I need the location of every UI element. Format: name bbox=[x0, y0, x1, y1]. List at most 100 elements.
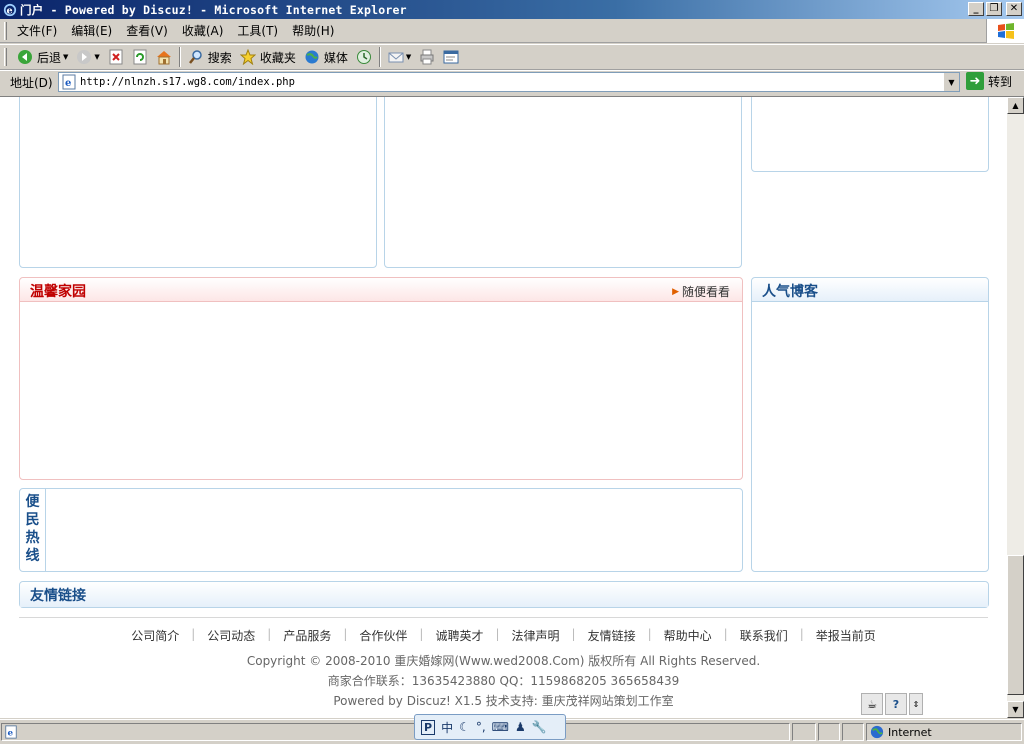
scroll-up-icon[interactable]: ▲ bbox=[1007, 97, 1024, 114]
random-look-label: 随便看看 bbox=[681, 285, 730, 299]
toolbar-separator bbox=[178, 47, 181, 67]
floating-tools: ☕ ? ⇕ bbox=[861, 693, 923, 715]
menu-bar: 文件(F) 编辑(E) 查看(V) 收藏(A) 工具(T) 帮助(H) bbox=[0, 19, 1024, 43]
friend-links-header: 友情链接 bbox=[20, 582, 988, 607]
footer-link-partners[interactable]: 合作伙伴 bbox=[359, 627, 407, 644]
scroll-thumb[interactable] bbox=[1007, 555, 1024, 695]
toolbar-grip bbox=[4, 48, 7, 66]
friend-links-panel: 友情链接 bbox=[19, 581, 989, 608]
ime-toolbar: P 中 ☾ °, ⌨ ♟ 🔧 bbox=[414, 714, 566, 740]
go-label: 转到 bbox=[988, 74, 1013, 89]
media-button[interactable]: 媒体 bbox=[300, 46, 352, 68]
forward-dropdown-icon[interactable]: ▼ bbox=[94, 53, 99, 61]
address-dropdown-icon[interactable]: ▼ bbox=[943, 73, 959, 91]
content-box-top-middle bbox=[384, 97, 742, 268]
zone-label: Internet bbox=[888, 725, 932, 739]
footer-separator: | bbox=[343, 627, 348, 641]
media-globe-icon bbox=[305, 50, 319, 64]
footer-separator: | bbox=[267, 627, 272, 641]
user-icon[interactable]: ♟ bbox=[515, 720, 526, 734]
cup-icon[interactable]: ☕ bbox=[861, 693, 883, 715]
close-button[interactable]: ✕ bbox=[1006, 2, 1022, 16]
footer-links: 公司简介 | 公司动态 | 产品服务 | 合作伙伴 | 诚聘英才 | 法律声明 | 友情链接… bbox=[0, 627, 1007, 644]
footer-link-friends[interactable]: 友情链接 bbox=[588, 627, 636, 644]
punctuation-icon[interactable]: °, bbox=[476, 720, 486, 734]
footer-link-contact[interactable]: 联系我们 bbox=[740, 627, 788, 644]
address-input[interactable]: e http://nlnzh.s17.wg8.com/index.php ▼ bbox=[58, 72, 960, 92]
minimize-button[interactable]: _ bbox=[968, 2, 984, 16]
warm-home-title: 温馨家园 bbox=[30, 284, 86, 300]
back-dropdown-icon[interactable]: ▼ bbox=[63, 53, 68, 61]
standard-toolbar: 后退 ▼ ▼ 搜索 收藏夹 媒体 ▼ bbox=[0, 44, 1024, 70]
warm-home-panel: 温馨家园 ▶ 随便看看 bbox=[19, 277, 743, 480]
content-box-top-right bbox=[751, 97, 989, 172]
wrench-icon[interactable]: 🔧 bbox=[532, 720, 547, 734]
edit-button[interactable] bbox=[439, 46, 463, 68]
edit-page-icon bbox=[443, 50, 459, 64]
back-button[interactable]: 后退 ▼ bbox=[13, 46, 72, 68]
menu-file[interactable]: 文件(F) bbox=[13, 20, 65, 41]
go-button[interactable]: ➜ 转到 bbox=[966, 72, 1012, 90]
moon-icon[interactable]: ☾ bbox=[459, 720, 470, 734]
forward-button[interactable]: ▼ bbox=[72, 46, 103, 68]
scroll-toggle-icon[interactable]: ⇕ bbox=[909, 693, 923, 715]
footer-contact: 商家合作联系：13635423880 QQ：1159868205 3656584… bbox=[327, 674, 680, 688]
toolbar-separator bbox=[378, 47, 381, 67]
favorites-button[interactable]: 收藏夹 bbox=[236, 46, 300, 68]
popular-blogs-panel: 人气博客 bbox=[751, 277, 989, 572]
menu-help[interactable]: 帮助(H) bbox=[286, 20, 342, 41]
mail-button[interactable]: ▼ bbox=[384, 46, 415, 68]
star-icon bbox=[239, 49, 256, 65]
status-cell bbox=[818, 723, 840, 741]
print-button[interactable] bbox=[415, 46, 439, 68]
window-title: 门户 - Powered by Discuz! - Microsoft Inte… bbox=[20, 2, 407, 17]
footer-separator: | bbox=[799, 627, 804, 641]
footer-powered: Powered by Discuz! X1.5 技术支持: 重庆茂祥网站策划工作… bbox=[333, 694, 674, 708]
address-url[interactable]: http://nlnzh.s17.wg8.com/index.php bbox=[80, 76, 295, 88]
search-icon bbox=[188, 50, 202, 64]
footer-link-help[interactable]: 帮助中心 bbox=[664, 627, 712, 644]
footer-link-about[interactable]: 公司简介 bbox=[131, 627, 179, 644]
maximize-button[interactable]: ❐ bbox=[986, 2, 1002, 16]
window-controls: _ ❐ ✕ bbox=[968, 2, 1022, 16]
footer-link-jobs[interactable]: 诚聘英才 bbox=[435, 627, 483, 644]
caret-right-icon: ▶ bbox=[672, 286, 679, 297]
search-label: 搜索 bbox=[207, 50, 232, 65]
footer-separator: | bbox=[723, 627, 728, 641]
footer-copyright: Copyright © 2008-2010 重庆婚嫁网(Www.wed2008.… bbox=[246, 654, 761, 668]
popular-blogs-title: 人气博客 bbox=[762, 284, 818, 300]
vertical-scrollbar[interactable]: ▲ ▼ bbox=[1007, 96, 1024, 718]
random-look-link[interactable]: ▶ 随便看看 bbox=[672, 283, 730, 300]
back-arrow-icon bbox=[18, 50, 32, 64]
help-icon[interactable]: ? bbox=[885, 693, 907, 715]
footer-link-report[interactable]: 举报当前页 bbox=[816, 627, 876, 644]
hotline-char: 民 bbox=[25, 512, 40, 528]
menu-edit[interactable]: 编辑(E) bbox=[65, 20, 120, 41]
ime-logo-icon[interactable]: P bbox=[421, 719, 436, 735]
footer-divider bbox=[19, 617, 988, 618]
go-arrow-icon: ➜ bbox=[966, 72, 984, 90]
menu-view[interactable]: 查看(V) bbox=[120, 20, 176, 41]
address-bar: 地址(D) e http://nlnzh.s17.wg8.com/index.p… bbox=[0, 70, 1024, 94]
svg-text:e: e bbox=[65, 78, 71, 89]
ime-mode[interactable]: 中 bbox=[441, 719, 453, 736]
search-button[interactable]: 搜索 bbox=[184, 46, 236, 68]
scroll-down-icon[interactable]: ▼ bbox=[1007, 701, 1024, 718]
keyboard-icon[interactable]: ⌨ bbox=[492, 720, 509, 734]
hotline-char: 便 bbox=[25, 494, 40, 510]
footer-link-products[interactable]: 产品服务 bbox=[283, 627, 331, 644]
home-button[interactable] bbox=[152, 46, 176, 68]
mail-dropdown-icon[interactable]: ▼ bbox=[406, 53, 411, 61]
footer-link-news[interactable]: 公司动态 bbox=[207, 627, 255, 644]
page-viewport: 温馨家园 ▶ 随便看看 人气博客 便 民 热 线 友情链接 公司简介 | 公司动态… bbox=[0, 96, 1007, 718]
menu-favorites[interactable]: 收藏(A) bbox=[176, 20, 232, 41]
footer-link-legal[interactable]: 法律声明 bbox=[512, 627, 560, 644]
menu-tools[interactable]: 工具(T) bbox=[231, 20, 286, 41]
refresh-icon bbox=[133, 49, 147, 65]
refresh-button[interactable] bbox=[128, 46, 152, 68]
history-icon bbox=[356, 50, 371, 64]
history-button[interactable] bbox=[352, 46, 376, 68]
home-icon bbox=[156, 51, 171, 65]
svg-text:e: e bbox=[8, 729, 14, 739]
stop-button[interactable] bbox=[104, 46, 128, 68]
